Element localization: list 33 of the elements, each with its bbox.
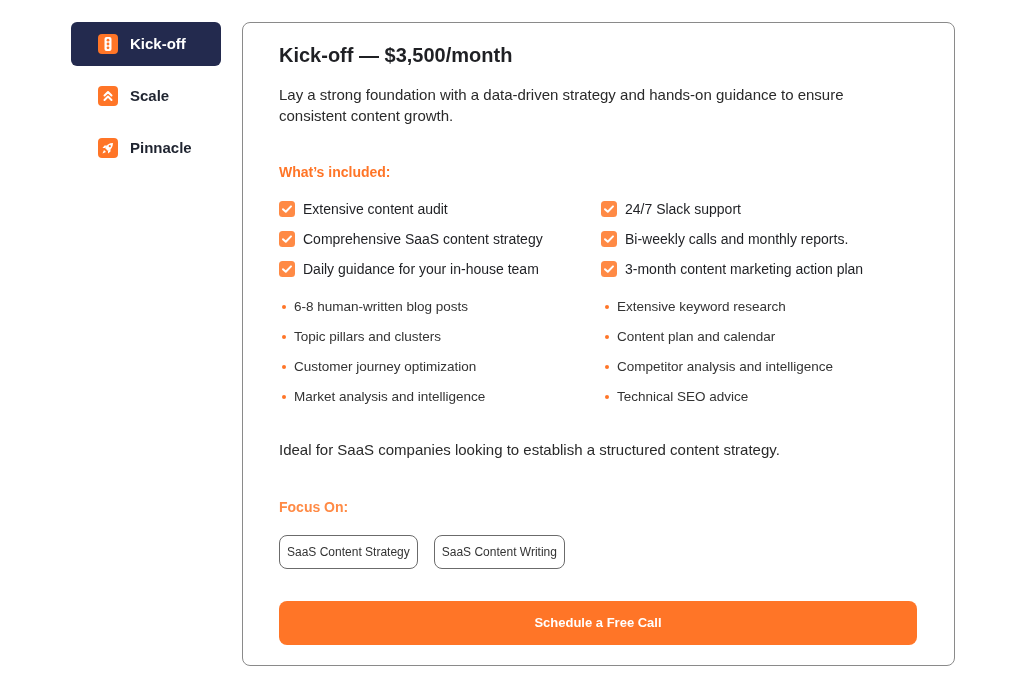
feature-text: Bi-weekly calls and monthly reports. [625,229,849,249]
bullet-icon [282,365,286,369]
list-item-text: Topic pillars and clusters [294,327,442,346]
list-item-text: Technical SEO advice [617,387,749,406]
chevrons-up-icon [98,86,118,106]
list-item-text: Market analysis and intelligence [294,387,486,406]
bullet-icon [605,395,609,399]
focus-tag: SaaS Content Writing [433,535,565,569]
section-heading: What’s included: [279,163,392,182]
feature-text: Daily guidance for your in-house team [303,259,539,279]
list-item-text: 6-8 human-written blog posts [294,297,469,316]
feature-text: 24/7 Slack support [625,199,741,219]
list-item-text: Extensive keyword research [617,297,786,316]
feature-text: Comprehensive SaaS content strategy [303,229,543,249]
focus-tag: SaaS Content Strategy [279,535,418,569]
bullet-icon [605,365,609,369]
list-item-text: Competitor analysis and intelligence [617,357,834,376]
bullet-icon [605,335,609,339]
list-item-text: Customer journey optimization [294,357,477,376]
ideal-for-text: Ideal for SaaS companies looking to establish a structured content strategy. [279,440,781,460]
bullet-icon [282,395,286,399]
plan-description: Lay a strong foundation with a data-driven strategy and hands-on guidance to ensure consistent content growth. [279,85,845,126]
rocket-icon [98,138,118,158]
feature-text: 3-month content marketing action plan [625,259,864,279]
bullet-icon [605,305,609,309]
plan-title: Kick-off — $3,500/month [279,43,514,68]
section-heading: Focus On: [279,498,350,517]
bullet-icon [282,305,286,309]
bullet-icon [282,335,286,339]
traffic-light-icon [98,34,118,54]
feature-text: Extensive content audit [303,199,448,219]
list-item-text: Content plan and calendar [617,327,776,346]
plan-tab[interactable]: Kick-off [71,22,221,66]
